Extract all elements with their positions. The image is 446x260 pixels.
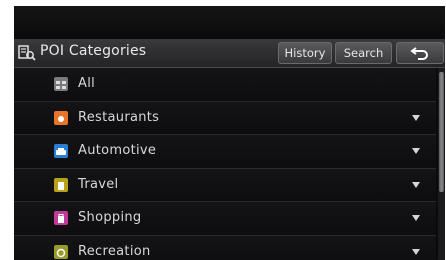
car-icon <box>54 144 68 158</box>
restaurant-icon <box>54 110 68 125</box>
back-button[interactable] <box>396 42 444 64</box>
category-row-automotive[interactable]: Automotive <box>14 135 436 169</box>
category-row-all[interactable]: All <box>14 68 436 102</box>
category-label: Travel <box>78 176 119 192</box>
category-label: Recreation <box>78 243 151 259</box>
expand-arrow-icon[interactable] <box>412 181 420 188</box>
page-title: POI Categories <box>40 43 147 59</box>
status-strip <box>14 6 445 38</box>
header-bar: POI Categories History Search <box>14 39 445 68</box>
all-icon <box>54 77 68 91</box>
poi-categories-icon <box>18 44 36 62</box>
shopping-icon <box>54 211 68 225</box>
history-button[interactable]: History <box>278 42 332 64</box>
category-label: All <box>78 76 96 91</box>
category-list: All Restaurants Automotive Travel Shoppi… <box>14 68 436 260</box>
category-label: Restaurants <box>78 109 160 125</box>
category-label: Automotive <box>78 143 157 158</box>
expand-arrow-icon[interactable] <box>412 215 420 221</box>
category-row-shopping[interactable]: Shopping <box>14 202 436 236</box>
navigation-screen: POI Categories History Search All Restau… <box>14 6 445 260</box>
recreation-icon <box>54 244 68 259</box>
category-label: Shopping <box>78 210 142 225</box>
category-row-restaurants[interactable]: Restaurants <box>14 101 436 135</box>
search-button[interactable]: Search <box>335 42 392 64</box>
scrollbar-thumb[interactable] <box>439 72 444 192</box>
back-arrow-icon <box>410 47 428 60</box>
scrollbar[interactable] <box>438 68 445 260</box>
expand-arrow-icon[interactable] <box>412 148 420 154</box>
category-row-travel[interactable]: Travel <box>14 168 436 202</box>
travel-icon <box>54 177 68 192</box>
category-row-recreation[interactable]: Recreation <box>14 235 436 260</box>
expand-arrow-icon[interactable] <box>412 248 420 255</box>
expand-arrow-icon[interactable] <box>412 114 420 121</box>
